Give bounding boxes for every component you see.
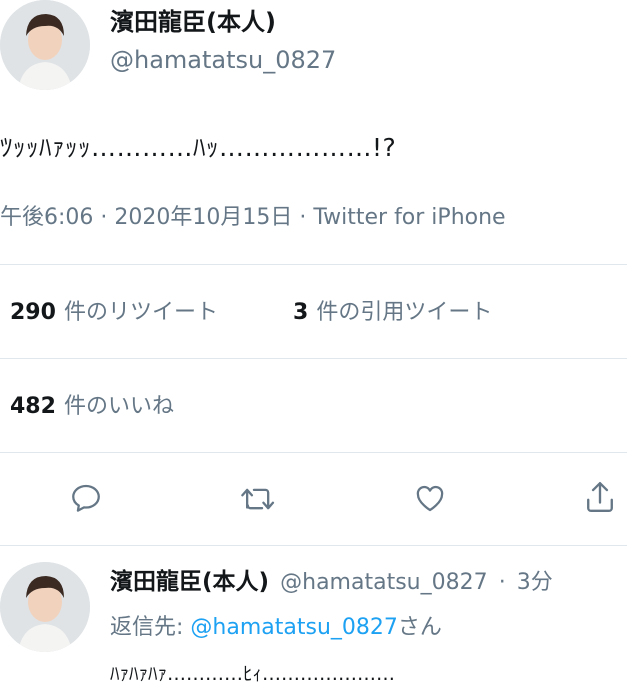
divider — [0, 545, 627, 546]
author-name[interactable]: 濱田龍臣(本人) — [110, 8, 276, 36]
author-avatar[interactable] — [0, 0, 90, 90]
tweet-text: ﾂｯｯﾊｧｯｯ…………ﾊｯ………………!? — [0, 133, 397, 162]
reply-author-handle[interactable]: @hamatatsu_0827 — [280, 570, 487, 595]
quote-count[interactable]: 3 件の引用ツイート — [293, 299, 492, 327]
avatar-photo — [0, 562, 90, 652]
quote-count-value: 3 — [293, 300, 309, 325]
divider — [0, 358, 627, 359]
retweet-count-value: 290 — [10, 300, 56, 325]
reply-separator: · — [498, 570, 506, 595]
divider — [0, 264, 627, 265]
author-handle[interactable]: @hamatatsu_0827 — [110, 46, 336, 74]
replying-to-suffix: さん — [397, 615, 442, 640]
replying-to-handle[interactable]: @hamatatsu_0827 — [190, 615, 397, 640]
reply-author-name[interactable]: 濱田龍臣(本人) — [110, 569, 269, 595]
like-count-value: 482 — [10, 394, 56, 419]
share-icon — [587, 481, 613, 513]
like-count-label: 件のいいね — [63, 394, 174, 419]
reply-button[interactable] — [66, 478, 106, 518]
tweet-timestamp[interactable]: 午後6:06 · 2020年10月15日 · Twitter for iPhon… — [0, 204, 506, 232]
reply-header: 濱田龍臣(本人) @hamatatsu_0827 · 3分 — [110, 568, 553, 597]
like-button[interactable] — [410, 478, 450, 518]
retweet-count-label: 件のリツイート — [63, 300, 218, 325]
retweet-icon — [241, 488, 275, 510]
quote-count-label: 件の引用ツイート — [316, 300, 493, 325]
retweet-button[interactable] — [238, 478, 278, 518]
retweet-count[interactable]: 290 件のリツイート — [10, 299, 218, 327]
like-count[interactable]: 482 件のいいね — [10, 393, 174, 421]
reply-author-avatar[interactable] — [0, 562, 90, 652]
reply-icon — [72, 484, 100, 512]
like-icon — [416, 485, 444, 512]
replying-to-prefix: 返信先: — [110, 615, 184, 640]
replying-to: 返信先: @hamatatsu_0827さん — [110, 614, 442, 642]
reply-text: ﾊｧﾊｧﾊｧ…………ﾋｨ………………… — [110, 663, 396, 685]
avatar-photo — [0, 0, 90, 90]
divider — [0, 452, 627, 453]
reply-time[interactable]: 3分 — [517, 570, 553, 595]
share-button[interactable] — [580, 477, 620, 517]
